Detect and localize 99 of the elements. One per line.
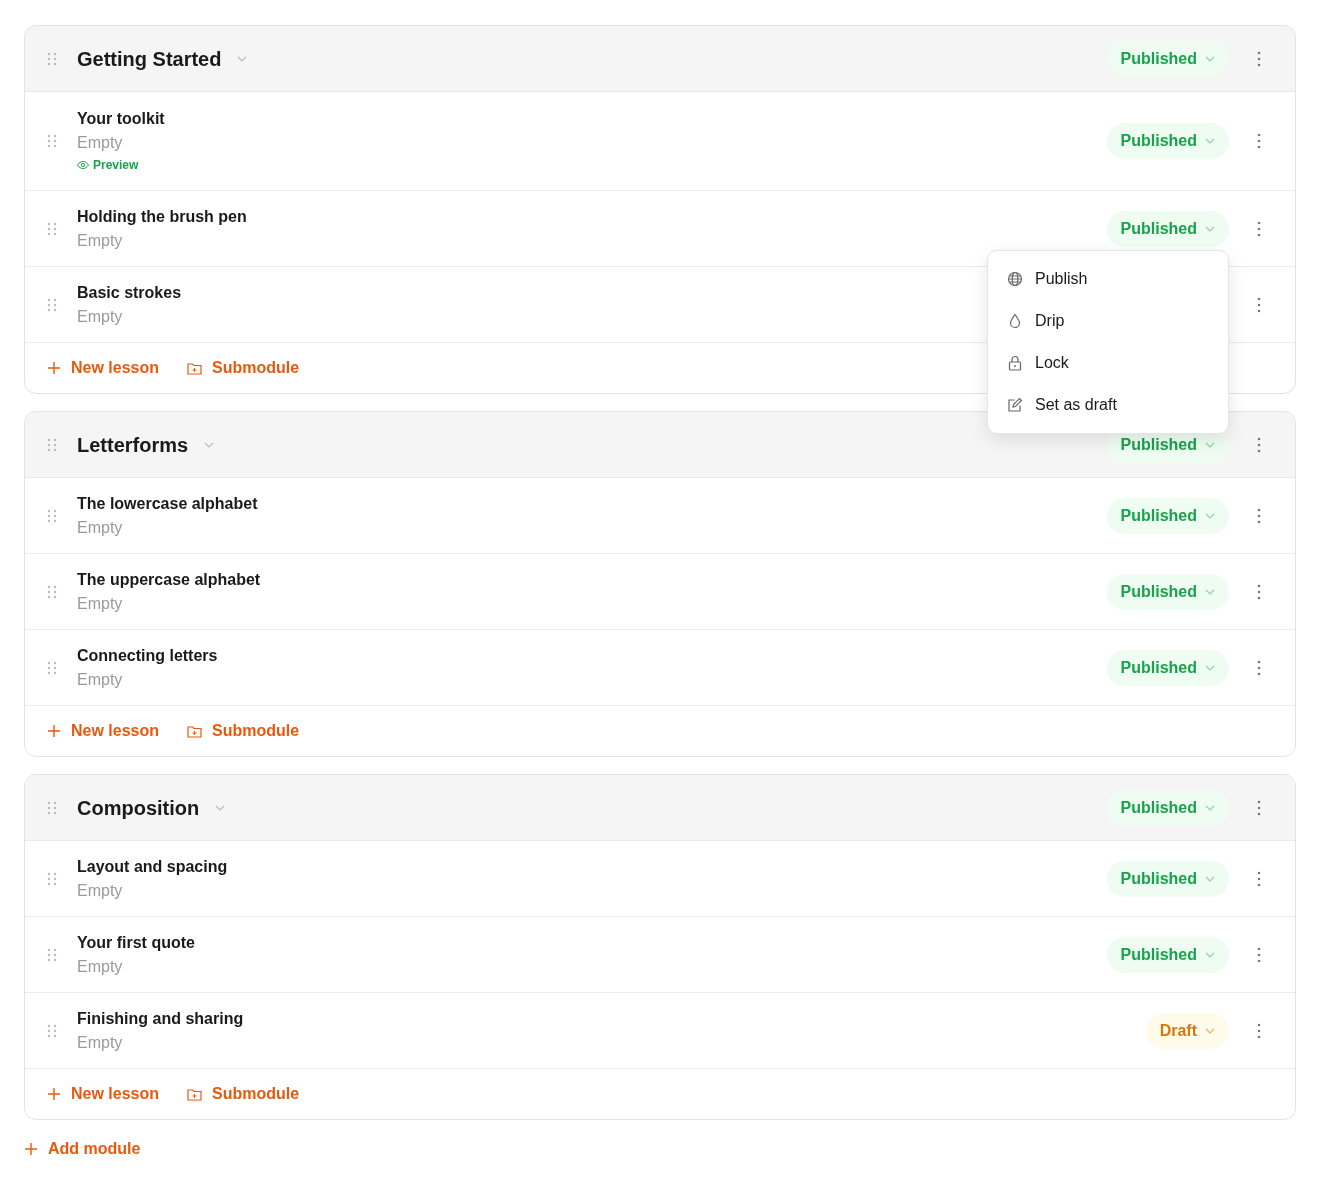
chevron-down-icon: [1205, 664, 1215, 671]
chevron-down-icon: [1205, 441, 1215, 448]
more-options-icon[interactable]: [1257, 1022, 1261, 1039]
lesson-subtitle: Empty: [77, 593, 124, 614]
more-options-icon[interactable]: [1257, 50, 1261, 67]
drag-handle-icon[interactable]: [47, 800, 57, 815]
menu-item[interactable]: Set as draft: [988, 384, 1228, 426]
status-dropdown[interactable]: Published: [1106, 123, 1229, 159]
lesson-row[interactable]: The uppercase alphabet Empty Published: [25, 554, 1295, 630]
plus-icon: [47, 724, 61, 738]
submodule-button[interactable]: Submodule: [187, 719, 300, 743]
status-dropdown[interactable]: Published: [1106, 573, 1229, 610]
drag-handle-icon[interactable]: [47, 437, 57, 452]
lesson-title: Your first quote: [77, 932, 195, 953]
lesson-row[interactable]: Layout and spacing Empty Published: [25, 841, 1295, 917]
lesson-subtitle: Empty: [77, 880, 124, 901]
more-options-icon[interactable]: [1257, 799, 1261, 816]
add-module-button[interactable]: Add module: [24, 1137, 141, 1161]
folder-plus-icon: [187, 361, 203, 375]
drag-handle-icon[interactable]: [47, 947, 57, 962]
drag-handle-icon[interactable]: [47, 1023, 57, 1038]
drop-icon: [1007, 313, 1023, 329]
lesson-row[interactable]: Your first quote Empty Published: [25, 917, 1295, 993]
status-dropdown[interactable]: Published: [1106, 210, 1229, 247]
drag-handle-icon[interactable]: [47, 660, 57, 675]
plus-icon: [24, 1142, 38, 1156]
chevron-down-icon: [1205, 804, 1215, 811]
lesson-subtitle: Empty: [77, 669, 124, 690]
new-lesson-button[interactable]: New lesson: [47, 719, 160, 743]
lesson-title: The uppercase alphabet: [77, 569, 261, 590]
lesson-title: Finishing and sharing: [77, 1008, 244, 1029]
lesson-title: Layout and spacing: [77, 856, 228, 877]
collapse-chevron-icon[interactable]: [215, 804, 226, 811]
lesson-title: Your toolkit: [77, 109, 165, 129]
status-dropdown[interactable]: Published: [1106, 40, 1229, 77]
chevron-down-icon: [1205, 951, 1215, 958]
chevron-down-icon: [1205, 588, 1215, 595]
more-options-icon[interactable]: [1257, 870, 1261, 887]
drag-handle-icon[interactable]: [47, 871, 57, 886]
module-title: Composition: [77, 795, 200, 821]
preview-link[interactable]: Preview: [77, 155, 165, 175]
lesson-row[interactable]: Connecting letters Empty Published: [25, 630, 1295, 706]
chevron-down-icon: [1205, 225, 1215, 232]
chevron-down-icon: [1205, 875, 1215, 882]
lesson-title: The lowercase alphabet: [77, 493, 258, 514]
module-title: Letterforms: [77, 432, 189, 458]
new-lesson-button[interactable]: New lesson: [47, 1082, 160, 1106]
more-options-icon[interactable]: [1257, 946, 1261, 963]
drag-handle-icon[interactable]: [47, 51, 57, 66]
chevron-down-icon: [1205, 1027, 1215, 1034]
folder-plus-icon: [187, 1087, 203, 1101]
chevron-down-icon: [1205, 55, 1215, 62]
chevron-down-icon: [1205, 138, 1215, 144]
drag-handle-icon[interactable]: [47, 584, 57, 599]
new-lesson-button[interactable]: New lesson: [47, 356, 160, 380]
edit-icon: [1007, 397, 1023, 413]
drag-handle-icon[interactable]: [47, 297, 57, 312]
lesson-row[interactable]: The lowercase alphabet Empty Published: [25, 478, 1295, 554]
collapse-chevron-icon[interactable]: [204, 441, 215, 448]
menu-item[interactable]: Lock: [988, 342, 1228, 384]
submodule-button[interactable]: Submodule: [187, 356, 300, 380]
lesson-title: Connecting letters: [77, 645, 218, 666]
more-options-icon[interactable]: [1257, 436, 1261, 453]
globe-icon: [1007, 271, 1023, 287]
status-dropdown[interactable]: Published: [1106, 649, 1229, 686]
more-options-icon[interactable]: [1257, 507, 1261, 524]
drag-handle-icon[interactable]: [47, 508, 57, 523]
status-dropdown[interactable]: Published: [1106, 860, 1229, 897]
module-title: Getting Started: [77, 46, 222, 72]
submodule-button[interactable]: Submodule: [187, 1082, 300, 1106]
lesson-subtitle: Empty: [77, 306, 124, 327]
collapse-chevron-icon[interactable]: [237, 55, 248, 62]
lesson-row[interactable]: Your toolkit Empty Preview Published: [25, 92, 1295, 191]
lock-icon: [1007, 355, 1023, 371]
lesson-subtitle: Empty: [77, 956, 124, 977]
lesson-subtitle: Empty: [77, 133, 124, 153]
plus-icon: [47, 361, 61, 375]
lesson-title: Basic strokes: [77, 282, 182, 303]
lesson-subtitle: Empty: [77, 230, 124, 251]
plus-icon: [47, 1087, 61, 1101]
status-dropdown[interactable]: Published: [1106, 789, 1229, 826]
status-dropdown[interactable]: Published: [1106, 497, 1229, 534]
chevron-down-icon: [1205, 512, 1215, 519]
more-options-icon[interactable]: [1257, 133, 1261, 149]
status-dropdown[interactable]: Published: [1106, 936, 1229, 973]
lesson-subtitle: Empty: [77, 1032, 124, 1053]
status-dropdown[interactable]: Draft: [1145, 1012, 1229, 1049]
more-options-icon[interactable]: [1257, 659, 1261, 676]
lesson-subtitle: Empty: [77, 517, 124, 538]
lesson-title: Holding the brush pen: [77, 206, 247, 227]
more-options-icon[interactable]: [1257, 583, 1261, 600]
folder-plus-icon: [187, 724, 203, 738]
eye-icon: [77, 161, 89, 169]
drag-handle-icon[interactable]: [47, 134, 57, 148]
menu-item[interactable]: Drip: [988, 300, 1228, 342]
more-options-icon[interactable]: [1257, 296, 1261, 313]
lesson-row[interactable]: Finishing and sharing Empty Draft: [25, 993, 1295, 1069]
drag-handle-icon[interactable]: [47, 221, 57, 236]
more-options-icon[interactable]: [1257, 220, 1261, 237]
